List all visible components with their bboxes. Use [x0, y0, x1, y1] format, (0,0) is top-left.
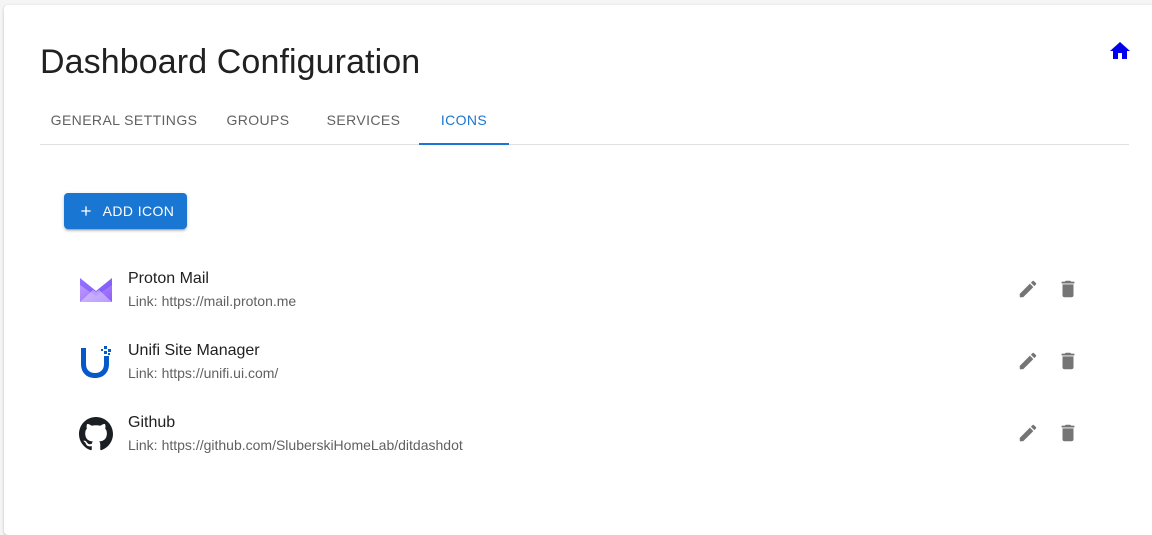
add-icon-label: ADD ICON	[102, 203, 175, 219]
delete-button[interactable]	[1056, 349, 1080, 373]
add-icon-button[interactable]: ADD ICON	[64, 193, 187, 229]
home-icon	[1110, 42, 1130, 59]
pencil-icon	[1019, 352, 1037, 370]
list-item: Github Link: https://github.com/Sluberski…	[64, 397, 1104, 469]
icon-link: Link: https://unifi.ui.com/	[128, 365, 279, 381]
edit-button[interactable]	[1016, 349, 1040, 373]
list-item: Proton Mail Link: https://mail.proton.me	[64, 253, 1104, 325]
trash-icon	[1061, 424, 1075, 442]
proton-mail-icon	[78, 272, 114, 308]
github-icon	[78, 416, 114, 452]
unifi-icon	[78, 344, 114, 380]
plus-icon	[77, 202, 95, 220]
pencil-icon	[1019, 280, 1037, 298]
icon-name: Github	[128, 414, 176, 431]
delete-button[interactable]	[1056, 277, 1080, 301]
list-item: Unifi Site Manager Link: https://unifi.ui…	[64, 325, 1104, 397]
icon-link: Link: https://github.com/SluberskiHomeLab…	[128, 437, 463, 453]
tab-services[interactable]: SERVICES	[308, 96, 419, 144]
trash-icon	[1061, 352, 1075, 370]
icon-link: Link: https://mail.proton.me	[128, 293, 297, 309]
icon-list: Proton Mail Link:https://mail.proton.me	[64, 253, 1104, 469]
edit-button[interactable]	[1016, 421, 1040, 445]
tab-icons[interactable]: ICONS	[419, 96, 509, 145]
delete-button[interactable]	[1056, 421, 1080, 445]
icon-name: Unifi Site Manager	[128, 342, 260, 359]
config-tabs: GENERAL SETTINGS GROUPS SERVICES ICONS	[40, 96, 1129, 145]
pencil-icon	[1019, 424, 1037, 442]
tab-general-settings[interactable]: GENERAL SETTINGS	[40, 96, 208, 144]
config-card: Dashboard Configuration GENERAL SETTINGS…	[4, 5, 1152, 535]
page-title: Dashboard Configuration	[40, 43, 421, 81]
icon-name: Proton Mail	[128, 270, 209, 287]
edit-button[interactable]	[1016, 277, 1040, 301]
trash-icon	[1061, 280, 1075, 298]
tab-groups[interactable]: GROUPS	[208, 96, 308, 144]
home-button[interactable]	[1107, 39, 1133, 63]
